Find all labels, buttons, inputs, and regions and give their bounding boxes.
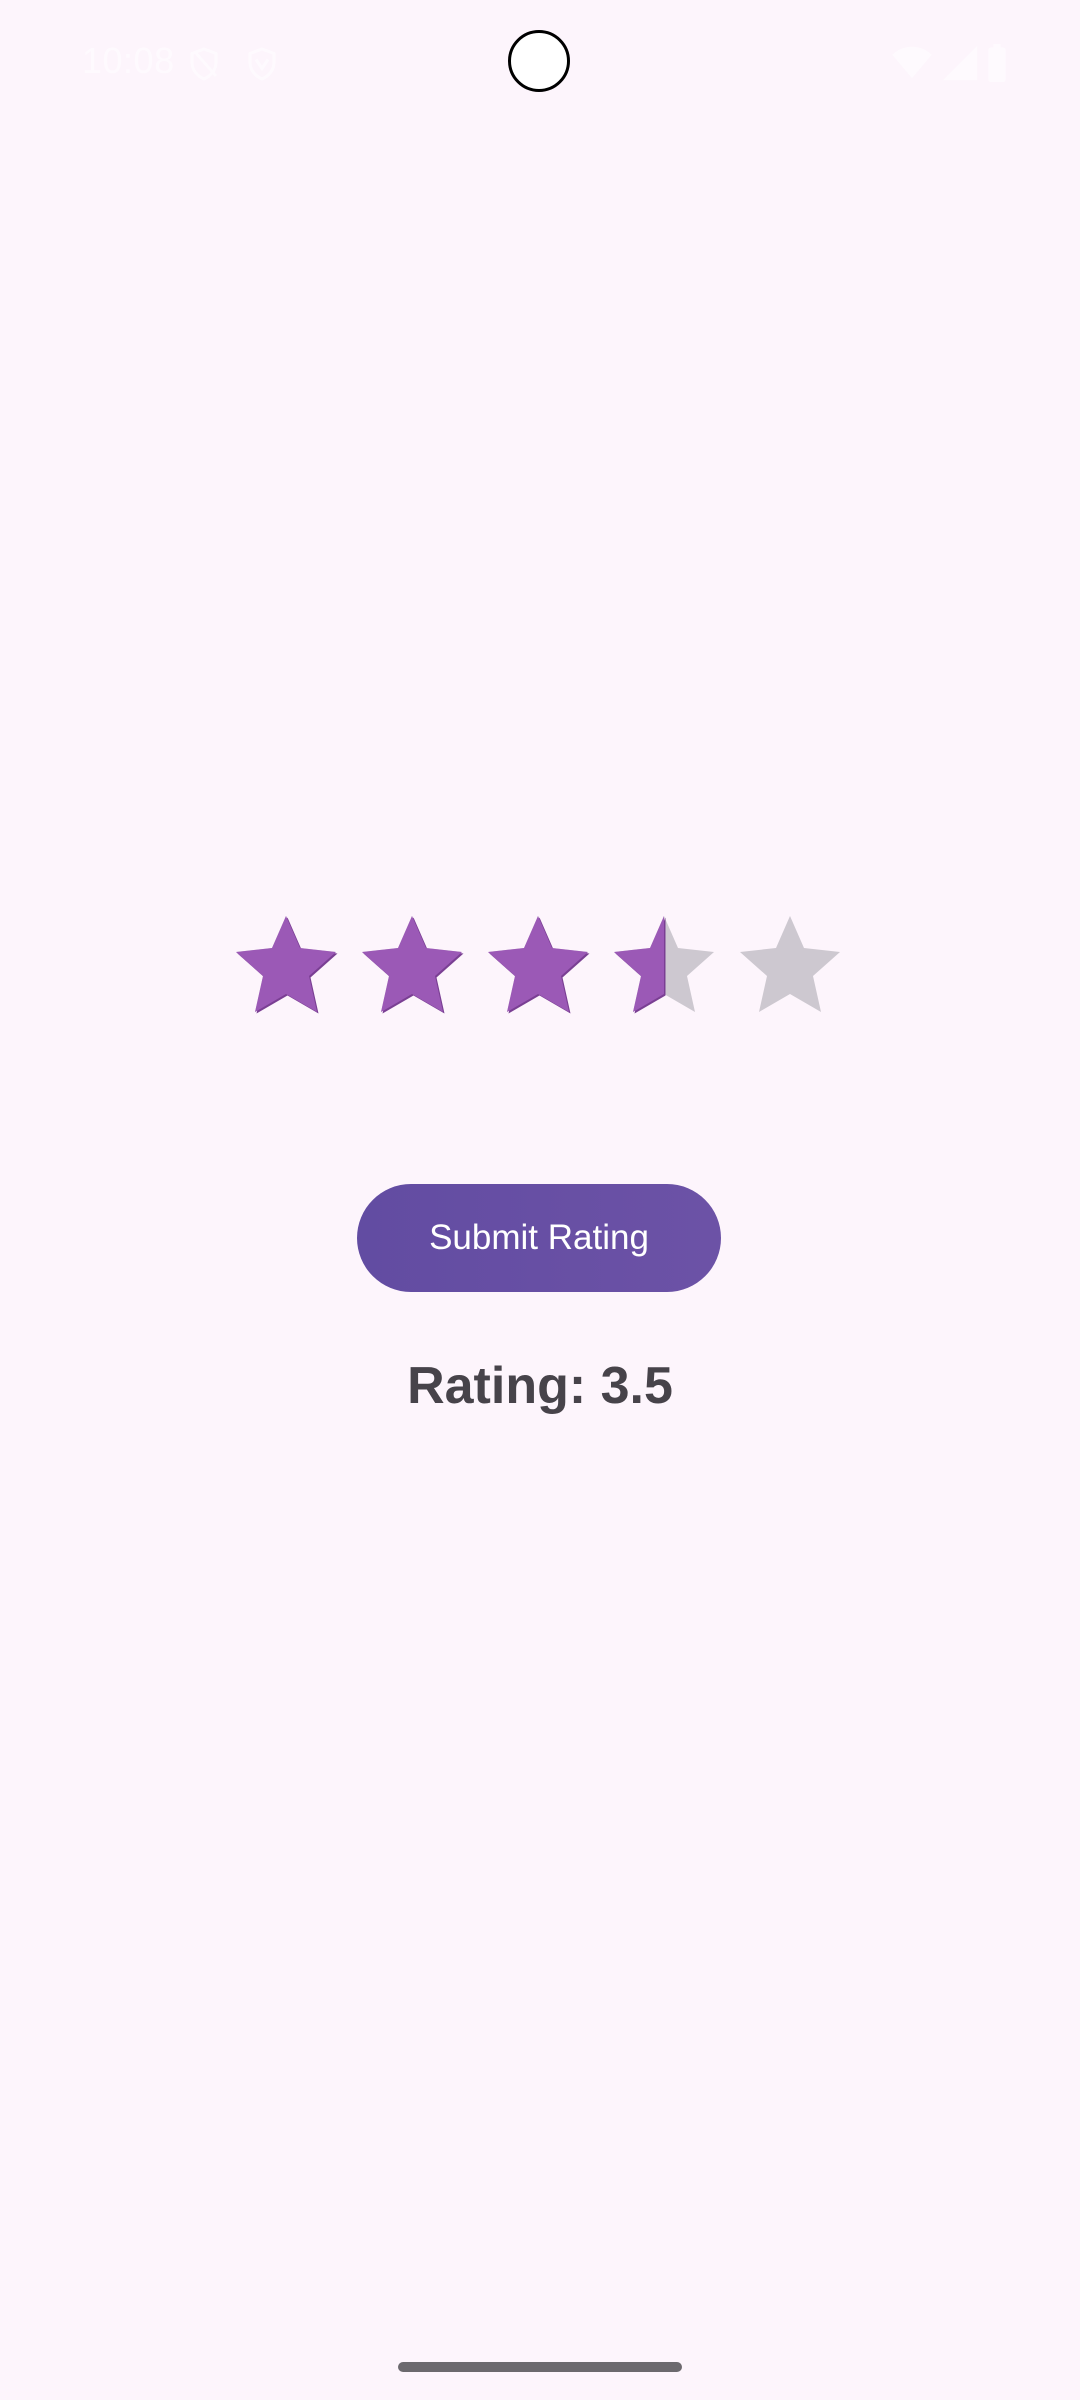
status-time: 10:08 (82, 40, 175, 81)
camera-cutout (508, 30, 570, 92)
star-3[interactable] (478, 910, 598, 1030)
signal-icon (940, 44, 980, 84)
star-rating-bar[interactable] (226, 910, 856, 1030)
gesture-nav-handle[interactable] (398, 2362, 682, 2372)
star-1[interactable] (226, 910, 346, 1030)
battery-icon (986, 44, 1008, 84)
shield-icon (186, 44, 222, 84)
submit-rating-button[interactable]: Submit Rating (357, 1184, 721, 1292)
rating-value-text: Rating: 3.5 (407, 1357, 673, 1415)
app-screen: 10:08 Submit Rating Rating: 3.5 (0, 0, 1080, 2400)
vpn-shield-icon (244, 44, 280, 84)
star-5[interactable] (730, 910, 850, 1030)
star-2[interactable] (352, 910, 472, 1030)
status-bar: 10:08 (0, 0, 1080, 128)
star-4[interactable] (604, 910, 724, 1030)
wifi-icon (890, 44, 934, 84)
